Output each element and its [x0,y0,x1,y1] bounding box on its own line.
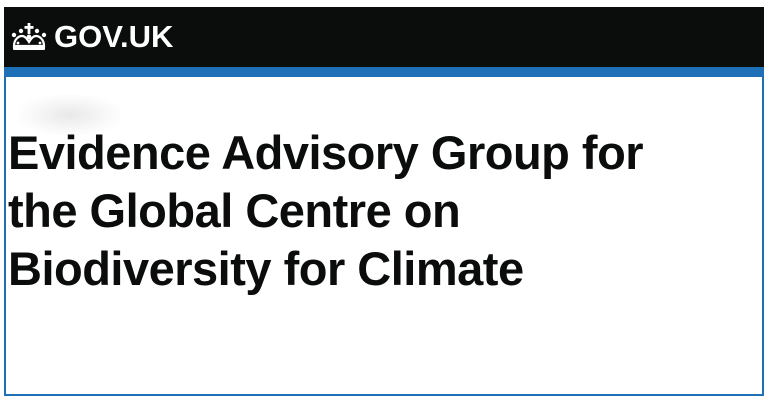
site-header: GOV.UK [4,7,764,67]
page-title: Evidence Advisory Group for the Global C… [8,126,644,295]
header-accent-bar [4,67,764,77]
govuk-logo-link[interactable]: GOV.UK [10,19,173,55]
crown-icon [11,23,47,50]
logo-text: GOV.UK [54,19,174,54]
page: GOV.UK Evidence Advisory Group for the G… [0,0,768,403]
